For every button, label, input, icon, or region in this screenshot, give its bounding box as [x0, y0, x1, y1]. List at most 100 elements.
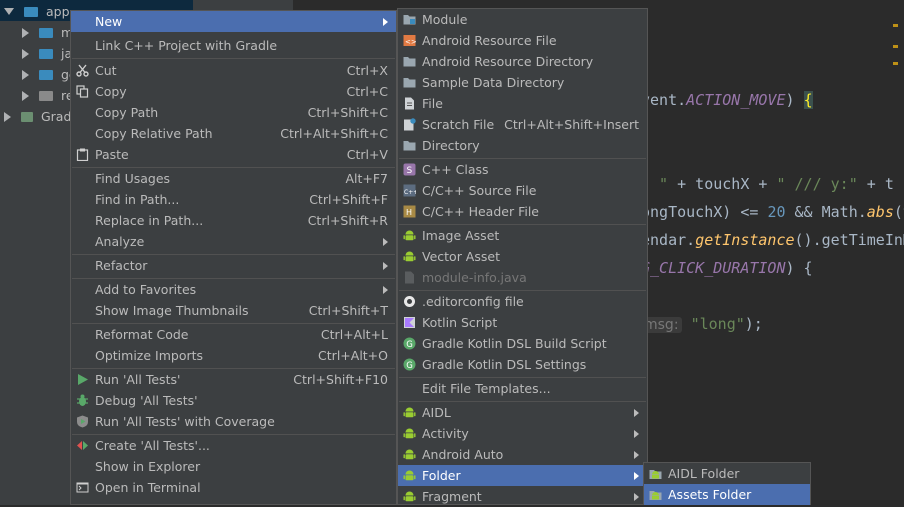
folder-item-assets-folder[interactable]: Assets Folder — [644, 484, 810, 505]
new-item-android-resource-file[interactable]: <> Android Resource File — [398, 30, 647, 51]
tree-item-java[interactable]: jav — [0, 42, 80, 63]
menu-item-debug-all-tests[interactable]: Debug 'All Tests' — [71, 390, 396, 411]
new-item-scratch-file[interactable]: Scratch File Ctrl+Alt+Shift+Insert — [398, 114, 647, 135]
menu-item-analyze[interactable]: Analyze — [71, 231, 396, 252]
warning-stripe — [893, 45, 898, 48]
menu-item-new[interactable]: New — [71, 11, 396, 32]
new-item-vector-asset[interactable]: Vector Asset — [398, 246, 647, 267]
menu-item-cut[interactable]: Cut Ctrl+X — [71, 60, 396, 81]
folder-icon — [38, 69, 53, 80]
new-item-image-asset[interactable]: Image Asset — [398, 225, 647, 246]
debug-bug-icon — [76, 394, 89, 407]
submenu-arrow-icon — [383, 286, 388, 294]
new-item-activity[interactable]: Activity — [398, 423, 647, 444]
menu-item-add-to-favorites[interactable]: Add to Favorites — [71, 279, 396, 300]
menu-item-find-usages[interactable]: Find Usages Alt+F7 — [71, 168, 396, 189]
code-line: endar.getInstance().getTimeInMi — [641, 231, 904, 249]
gradle-icon — [20, 111, 33, 122]
svg-text:H: H — [406, 208, 412, 217]
svg-text:C++: C++ — [404, 189, 416, 196]
new-item-module-info: module-info.java — [398, 267, 647, 288]
code-line: msg: "long"); — [641, 315, 763, 333]
cpp-source-icon: C++ — [403, 184, 416, 197]
new-item-sample-data-directory[interactable]: Sample Data Directory — [398, 72, 647, 93]
cpp-header-icon: H — [403, 205, 416, 218]
clipboard-icon — [76, 148, 89, 161]
menu-item-refactor[interactable]: Refactor — [71, 255, 396, 276]
collapse-arrow-icon[interactable] — [22, 27, 29, 38]
new-item-android-resource-directory[interactable]: Android Resource Directory — [398, 51, 647, 72]
resource-folder-icon — [38, 90, 53, 101]
new-item-cpp-source-file[interactable]: C++ C/C++ Source File — [398, 180, 647, 201]
new-submenu: Module <> Android Resource File Android … — [397, 8, 648, 505]
new-item-android-auto[interactable]: Android Auto — [398, 444, 647, 465]
new-item-editorconfig[interactable]: .editorconfig file — [398, 291, 647, 312]
tree-item-generated[interactable]: ge — [0, 63, 77, 84]
menu-item-find-in-path[interactable]: Find in Path... Ctrl+Shift+F — [71, 189, 396, 210]
new-item-kotlin-script[interactable]: Kotlin Script — [398, 312, 647, 333]
warning-stripe — [893, 62, 898, 65]
collapse-arrow-icon[interactable] — [4, 111, 11, 122]
new-item-aidl[interactable]: AIDL — [398, 402, 647, 423]
tree-item-gradle-scripts[interactable]: Gradl — [0, 105, 75, 126]
menu-item-run-all-tests[interactable]: Run 'All Tests' Ctrl+Shift+F10 — [71, 369, 396, 390]
collapse-arrow-icon[interactable] — [22, 90, 29, 101]
submenu-arrow-icon — [634, 409, 639, 417]
tree-item-res[interactable]: re — [0, 84, 74, 105]
new-item-gradle-kotlin-settings[interactable]: G Gradle Kotlin DSL Settings — [398, 354, 647, 375]
folder-icon — [38, 27, 53, 38]
collapse-arrow-icon[interactable] — [22, 48, 29, 59]
new-item-gradle-kotlin-build-script[interactable]: G Gradle Kotlin DSL Build Script — [398, 333, 647, 354]
scissors-icon — [76, 64, 89, 77]
menu-item-create-all-tests[interactable]: Create 'All Tests'... — [71, 435, 396, 456]
run-icon — [76, 373, 89, 386]
gradle-g-icon: G — [403, 337, 416, 350]
menu-item-replace-in-path[interactable]: Replace in Path... Ctrl+Shift+R — [71, 210, 396, 231]
menu-item-copy[interactable]: Copy Ctrl+C — [71, 81, 396, 102]
code-line: G_CLICK_DURATION) { — [641, 259, 813, 277]
new-item-directory[interactable]: Directory — [398, 135, 647, 156]
menu-item-show-in-explorer[interactable]: Show in Explorer — [71, 456, 396, 477]
submenu-arrow-icon — [634, 472, 639, 480]
android-icon — [403, 250, 416, 263]
code-line: : " + touchX + " /// y:" + t — [641, 175, 894, 193]
new-item-file[interactable]: File — [398, 93, 647, 114]
android-icon — [403, 229, 416, 242]
menu-item-reformat-code[interactable]: Reformat Code Ctrl+Alt+L — [71, 324, 396, 345]
menu-item-open-in-terminal[interactable]: Open in Terminal — [71, 477, 396, 498]
menu-item-run-with-coverage[interactable]: Run 'All Tests' with Coverage — [71, 411, 396, 432]
menu-item-show-image-thumbnails[interactable]: Show Image Thumbnails Ctrl+Shift+T — [71, 300, 396, 321]
code-line: vent.ACTION_MOVE) { — [641, 91, 813, 109]
expand-arrow-icon[interactable] — [4, 8, 14, 15]
submenu-arrow-icon — [634, 430, 639, 438]
menu-item-paste[interactable]: Paste Ctrl+V — [71, 144, 396, 165]
submenu-arrow-icon — [383, 262, 388, 270]
new-item-cpp-header-file[interactable]: H C/C++ Header File — [398, 201, 647, 222]
java-file-icon — [403, 271, 416, 284]
menu-item-copy-relative-path[interactable]: Copy Relative Path Ctrl+Alt+Shift+C — [71, 123, 396, 144]
menu-separator — [72, 58, 395, 59]
collapse-arrow-icon[interactable] — [22, 69, 29, 80]
context-menu: New Link C++ Project with Gradle Cut Ctrl… — [70, 10, 397, 505]
android-icon — [403, 469, 416, 482]
menu-item-link-cpp[interactable]: Link C++ Project with Gradle — [71, 35, 396, 56]
new-item-fragment[interactable]: Fragment — [398, 486, 647, 507]
new-item-folder[interactable]: Folder — [398, 465, 647, 486]
editorconfig-icon — [403, 295, 416, 308]
tree-item-manifests[interactable]: m — [0, 21, 73, 42]
svg-text:S: S — [407, 166, 413, 176]
menu-item-optimize-imports[interactable]: Optimize Imports Ctrl+Alt+O — [71, 345, 396, 366]
new-item-edit-file-templates[interactable]: Edit File Templates... — [398, 378, 647, 399]
new-item-cpp-class[interactable]: S C++ Class — [398, 159, 647, 180]
folder-icon — [38, 48, 53, 59]
terminal-icon — [76, 481, 89, 494]
new-item-module[interactable]: Module — [398, 9, 647, 30]
android-icon — [403, 427, 416, 440]
android-icon — [403, 406, 416, 419]
android-icon — [403, 448, 416, 461]
menu-item-copy-path[interactable]: Copy Path Ctrl+Shift+C — [71, 102, 396, 123]
folder-icon — [403, 76, 416, 89]
android-folder-icon — [649, 467, 662, 480]
folder-item-aidl-folder[interactable]: AIDL Folder — [644, 463, 810, 484]
kotlin-script-icon — [403, 316, 416, 329]
